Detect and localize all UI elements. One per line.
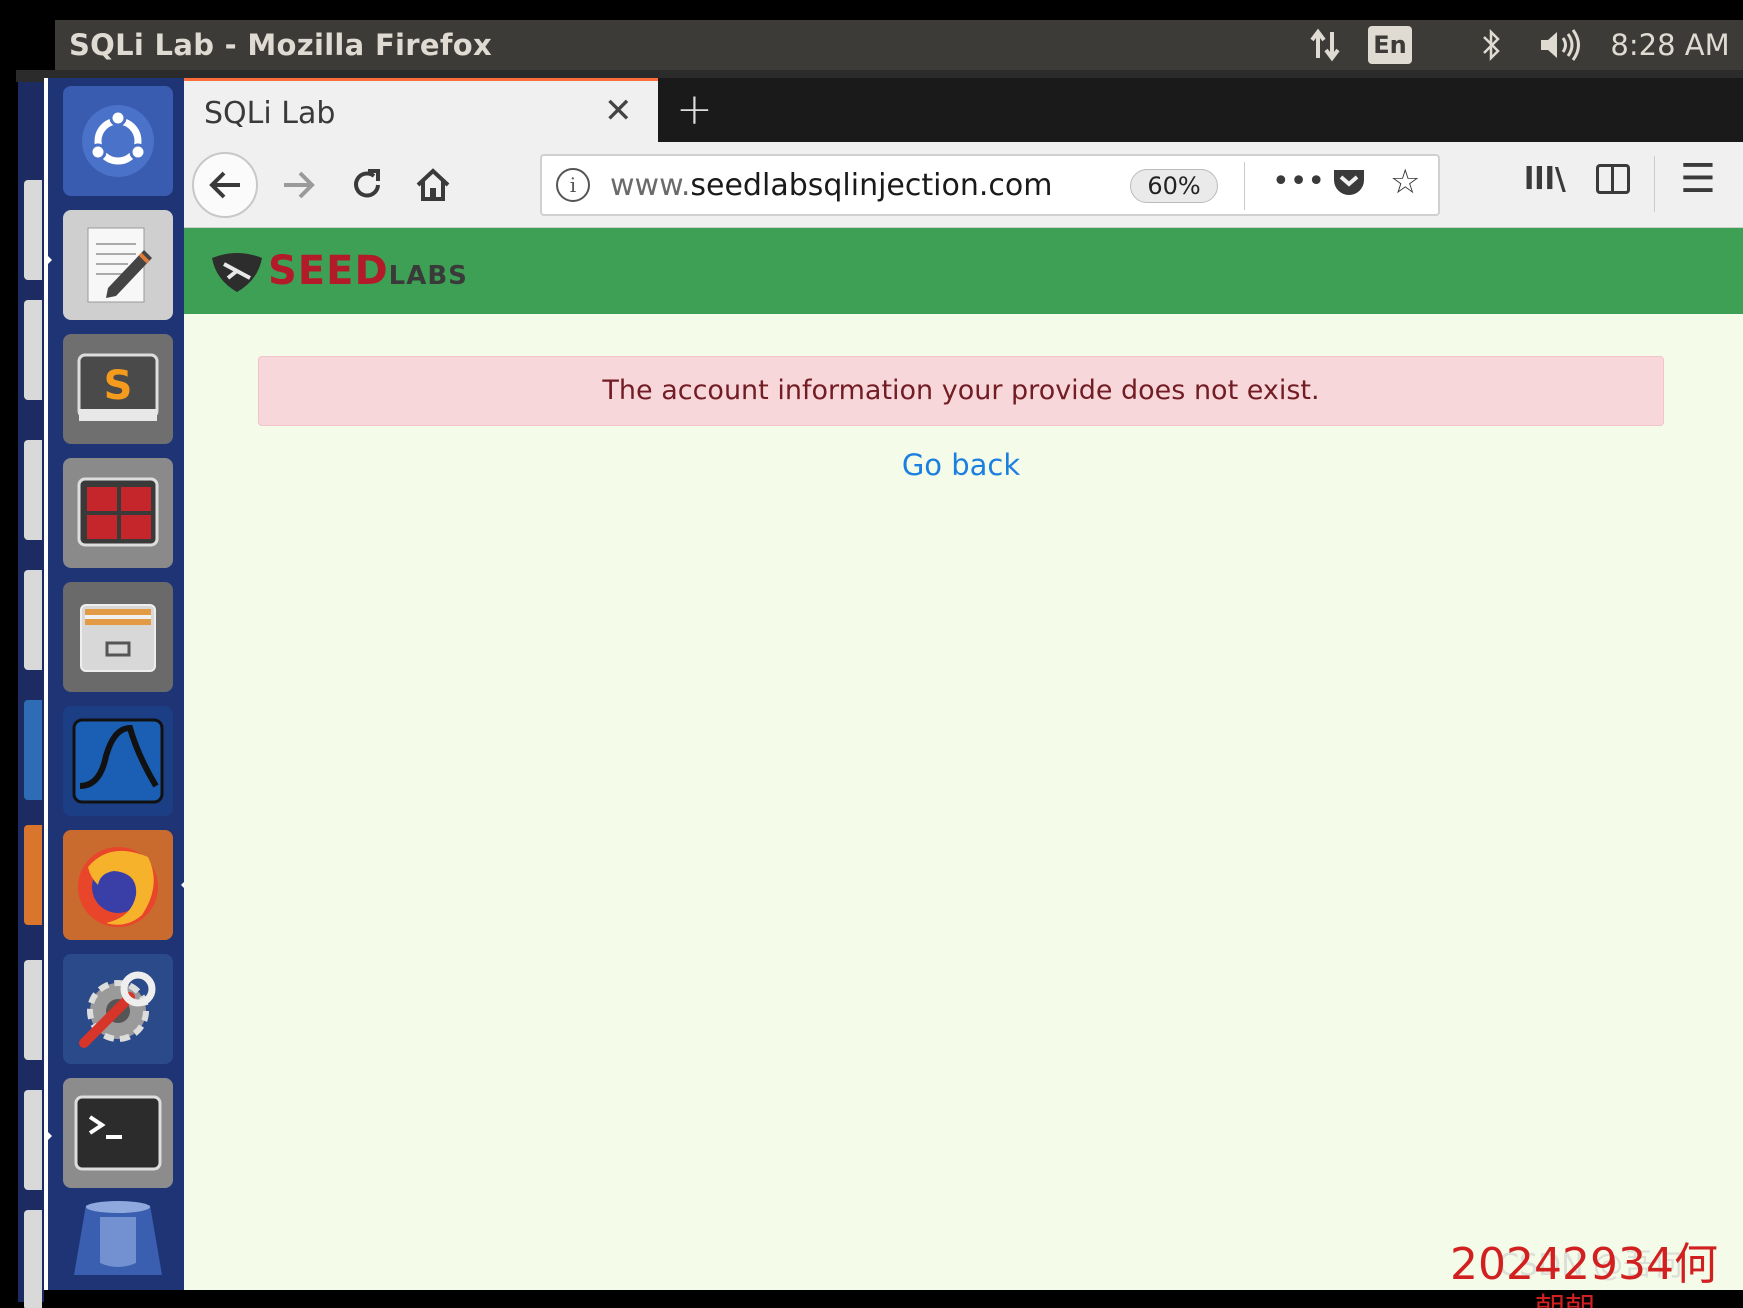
launcher-terminator[interactable] [63,458,173,568]
home-icon [416,168,450,201]
file-cabinet-icon [80,604,156,672]
background-launcher-tile [24,1090,42,1190]
close-tab-icon[interactable]: ✕ [604,91,633,131]
url-prefix: www. [610,168,691,203]
running-pip [44,1128,52,1144]
ubuntu-logo-icon [82,105,154,177]
launcher-firefox[interactable] [63,830,189,940]
error-alert: The account information your provide doe… [258,356,1664,426]
background-launcher-tile [24,570,42,670]
site-info-icon[interactable]: i [556,168,590,202]
keyboard-layout-indicator[interactable]: En [1368,26,1412,64]
url-bar[interactable]: i www.seedlabsqlinjection.com/ 60% ••• ☆ [540,154,1440,216]
background-launcher-tile [24,1210,42,1308]
logo-seed: SEED [268,248,389,294]
hamburger-menu-icon[interactable]: ☰ [1680,156,1716,202]
unity-launcher: S [44,78,189,1290]
settings-wrench-icon [79,971,156,1048]
background-launcher-tile [24,825,42,925]
url-text[interactable]: www.seedlabsqlinjection.com/ [610,168,1050,203]
text-editor-icon [87,227,152,303]
site-header: SEEDLABS [184,228,1743,314]
trash-icon [74,1201,162,1275]
url-domain: seedlabsqlinjection.com [690,168,1050,203]
desktop-screen: SQLi Lab - Mozilla Firefox En 8:28 AM S … [0,0,1743,1308]
background-launcher-tile [24,440,42,540]
background-launcher-tile [24,700,42,800]
seed-labs-logo-text[interactable]: SEEDLABS [268,248,468,294]
reload-button[interactable] [342,155,392,215]
launcher-files[interactable] [63,582,173,692]
pocket-icon[interactable] [1332,166,1366,202]
volume-icon[interactable] [1533,26,1589,64]
network-transfer-icon[interactable] [1302,26,1350,64]
launcher-terminal[interactable] [63,1078,173,1188]
firefox-icon [78,847,158,927]
home-button[interactable] [408,155,458,215]
forward-arrow-icon [284,171,315,199]
url-separator [1244,162,1245,210]
library-icon[interactable]: lll\ [1524,162,1566,197]
launcher-trash[interactable] [63,1194,173,1284]
student-id-watermark: 20242934何 [1450,1239,1718,1290]
launcher-text-editor[interactable] [63,210,173,320]
toolbar-separator [1654,156,1655,212]
forward-button[interactable] [274,155,324,215]
svg-text:S: S [104,363,133,409]
launcher-system-settings[interactable] [63,954,173,1064]
running-pip [44,252,52,268]
window-title: SQLi Lab - Mozilla Firefox [69,28,493,62]
launcher-ubuntu-dash[interactable] [63,86,173,196]
clock[interactable]: 8:28 AM [1605,26,1735,64]
back-button[interactable] [192,152,258,218]
sidebar-toggle-icon[interactable] [1596,164,1630,194]
back-arrow-icon [209,171,240,199]
background-launcher-tile [24,300,42,400]
seed-shield-logo[interactable] [208,248,266,294]
go-back-link: Go back [184,448,1738,482]
terminal-icon [74,1095,162,1171]
launcher-sublime-text[interactable]: S [63,334,173,444]
go-back-link-text[interactable]: Go back [902,448,1020,482]
tab-sqli-lab[interactable]: SQLi Lab ✕ [184,78,658,142]
reload-icon [354,169,380,198]
bluetooth-icon[interactable] [1475,26,1509,64]
logo-labs: LABS [388,261,468,291]
tab-bar: SQLi Lab ✕ + [184,78,1743,142]
background-launcher-tile [24,960,42,1060]
top-panel: SQLi Lab - Mozilla Firefox En 8:28 AM [55,20,1743,70]
firefox-window: SQLi Lab ✕ + i www.seedlabsqlinjection.c… [184,78,1743,1290]
bookmark-star-icon[interactable]: ☆ [1390,162,1420,202]
page-actions-menu-icon[interactable]: ••• [1272,164,1325,199]
tab-title: SQLi Lab [204,96,336,131]
student-name-watermark: 朝朝 [1535,1290,1595,1308]
zoom-reset-button[interactable]: 60% [1130,169,1218,203]
navigation-toolbar: i www.seedlabsqlinjection.com/ 60% ••• ☆… [184,142,1743,228]
terminator-icon [77,477,159,547]
sublime-icon: S [77,353,159,421]
new-tab-button[interactable]: + [676,84,713,135]
wireshark-fin-icon [72,718,164,804]
background-launcher-tile [24,180,42,280]
launcher-wireshark[interactable] [63,706,173,816]
